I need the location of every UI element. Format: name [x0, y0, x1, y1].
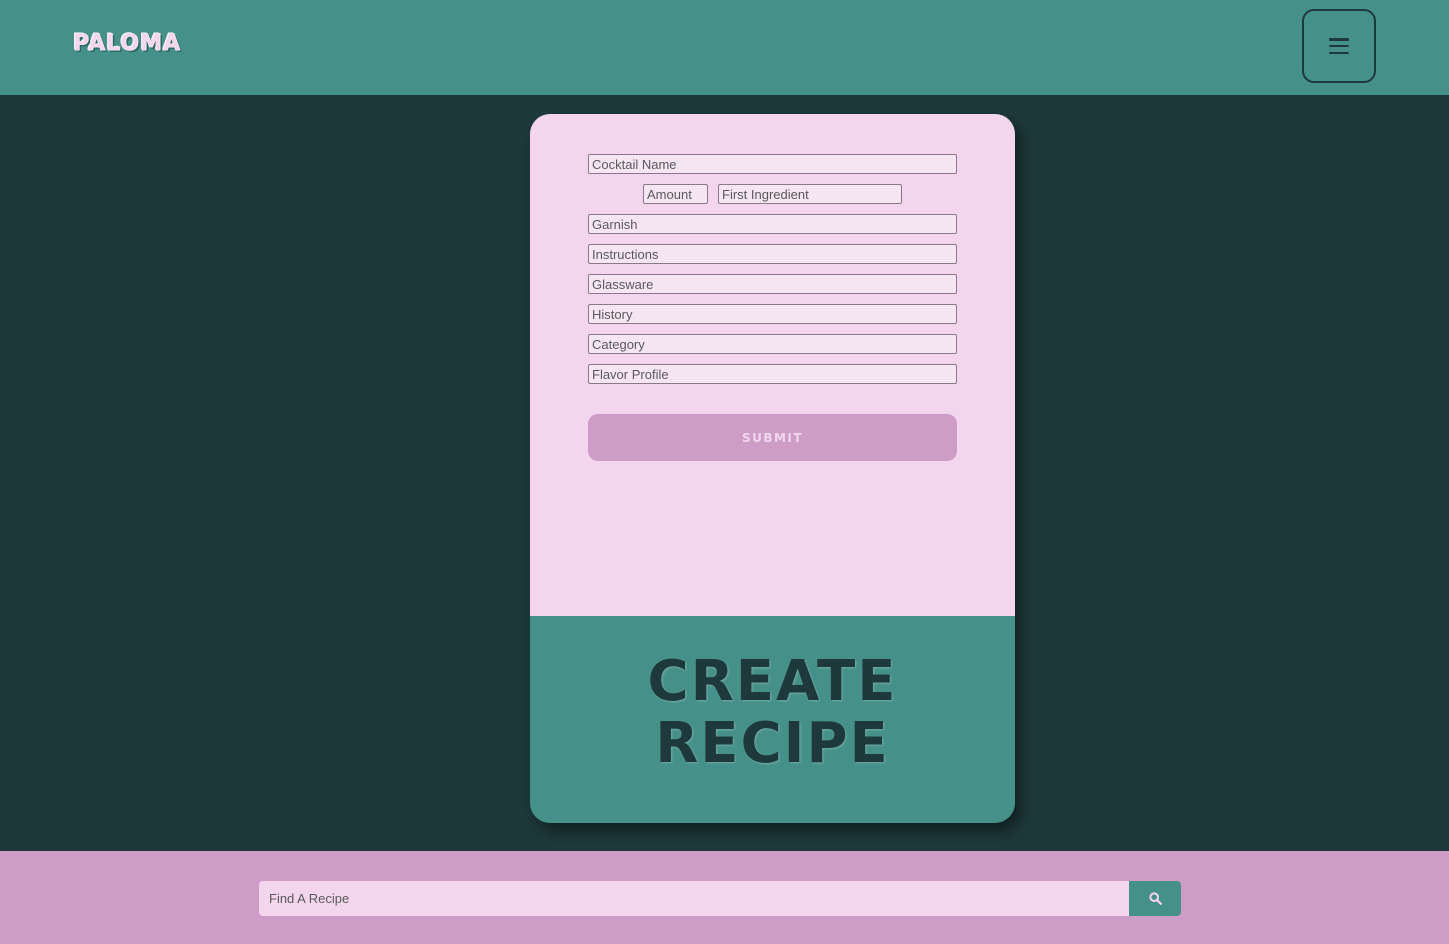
- create-recipe-card: SUBMIT CREATE RECIPE: [530, 114, 1015, 823]
- glassware-field[interactable]: [588, 274, 957, 294]
- first-ingredient-field[interactable]: [718, 184, 902, 204]
- submit-button[interactable]: SUBMIT: [588, 414, 957, 461]
- flavor-profile-field[interactable]: [588, 364, 957, 384]
- card-title: CREATE RECIPE: [530, 651, 1015, 775]
- hamburger-menu-icon: [1329, 38, 1349, 54]
- menu-button[interactable]: [1302, 9, 1376, 83]
- category-field[interactable]: [588, 334, 957, 354]
- search-button[interactable]: [1129, 881, 1181, 916]
- cocktail-name-field[interactable]: [588, 154, 957, 174]
- amount-field[interactable]: [643, 184, 708, 204]
- garnish-field[interactable]: [588, 214, 957, 234]
- footer-search-bar: [0, 851, 1449, 944]
- search-input[interactable]: [259, 881, 1129, 916]
- recipe-form: SUBMIT: [530, 114, 1015, 616]
- card-title-line-1: CREATE: [647, 649, 898, 714]
- header-bar: PALOMA: [0, 0, 1449, 95]
- search-icon: [1148, 892, 1162, 905]
- instructions-field[interactable]: [588, 244, 957, 264]
- site-logo[interactable]: PALOMA: [73, 31, 181, 57]
- history-field[interactable]: [588, 304, 957, 324]
- card-title-line-2: RECIPE: [655, 711, 890, 776]
